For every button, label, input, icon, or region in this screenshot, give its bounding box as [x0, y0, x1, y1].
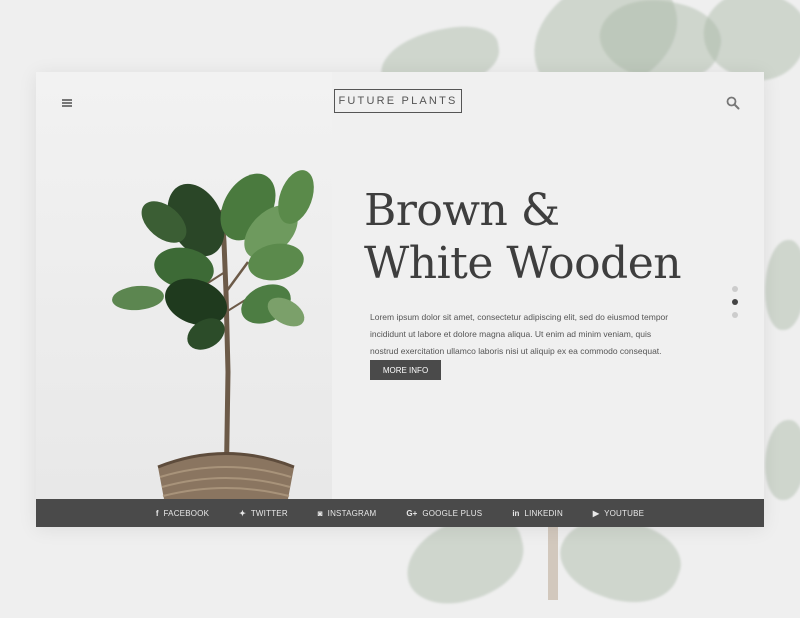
hero-title: Brown & White Wooden: [364, 184, 682, 290]
google-plus-link[interactable]: G+ GOOGLE PLUS: [406, 509, 482, 518]
social-label: TWITTER: [250, 508, 288, 518]
social-label: YOUTUBE: [604, 508, 645, 518]
plant-photo: [36, 72, 332, 502]
facebook-link[interactable]: f FACEBOOK: [156, 509, 209, 518]
linkedin-link[interactable]: in LINKEDIN: [512, 509, 563, 518]
youtube-icon: ▶: [592, 508, 600, 518]
search-icon[interactable]: [726, 96, 740, 110]
instagram-icon: ◙: [317, 508, 323, 518]
hero-card: FUTURE PLANTS Brown & White Wooden Lorem…: [36, 72, 764, 527]
hamburger-menu-icon[interactable]: [62, 99, 72, 107]
hero-title-line-1: Brown &: [364, 185, 560, 236]
social-links-bar: f FACEBOOK ✦ TWITTER ◙ INSTAGRAM G+ GOOG…: [36, 499, 764, 527]
social-label: FACEBOOK: [163, 508, 210, 518]
twitter-link[interactable]: ✦ TWITTER: [239, 509, 288, 518]
pagination-dot[interactable]: [732, 312, 738, 318]
google-plus-icon: G+: [406, 508, 418, 518]
pagination-dot[interactable]: [732, 286, 738, 292]
linkedin-icon: in: [512, 508, 520, 518]
facebook-icon: f: [155, 508, 159, 518]
pagination-dot-active[interactable]: [732, 299, 738, 305]
twitter-icon: ✦: [239, 508, 246, 518]
instagram-link[interactable]: ◙ INSTAGRAM: [318, 509, 377, 518]
slide-pagination: [732, 286, 738, 325]
social-label: LINKEDIN: [524, 508, 563, 518]
social-label: INSTAGRAM: [327, 508, 377, 518]
hero-description: Lorem ipsum dolor sit amet, consectetur …: [370, 311, 669, 356]
youtube-link[interactable]: ▶ YOUTUBE: [593, 509, 644, 518]
social-label: GOOGLE PLUS: [422, 508, 483, 518]
more-info-button[interactable]: MORE INFO: [370, 360, 441, 380]
fiddle-leaf-fig-illustration: [112, 170, 314, 502]
brand-logo[interactable]: FUTURE PLANTS: [334, 89, 462, 113]
hero-title-line-2: White Wooden: [364, 238, 682, 289]
